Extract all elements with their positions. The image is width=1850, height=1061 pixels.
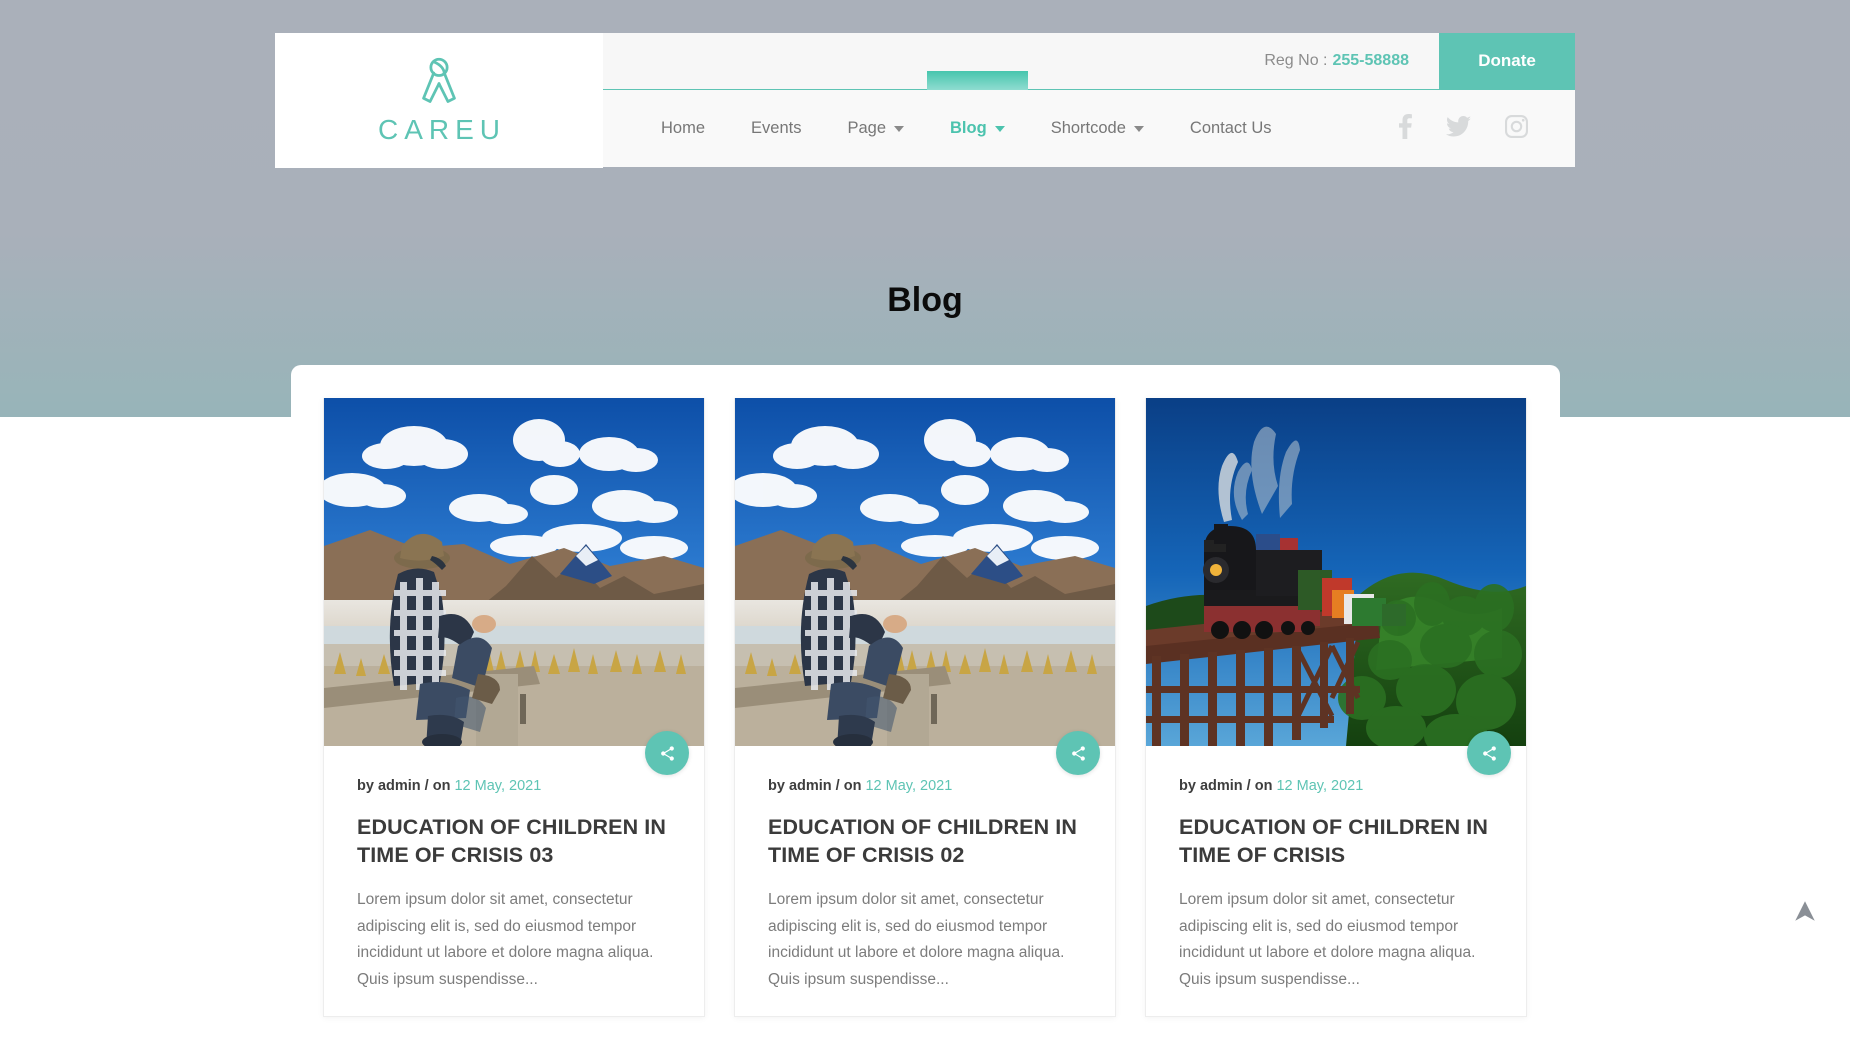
blog-post-card[interactable]: by admin / on 12 May, 2021 EDUCATION OF …: [323, 398, 705, 1017]
page-title: Blog: [887, 281, 963, 319]
instagram-icon[interactable]: [1505, 115, 1528, 138]
post-title[interactable]: EDUCATION OF CHILDREN IN TIME OF CRISIS …: [768, 814, 1082, 870]
scroll-to-top-button[interactable]: [1792, 898, 1818, 924]
share-icon[interactable]: [1467, 731, 1511, 775]
share-icon[interactable]: [645, 731, 689, 775]
post-body: by admin / on 12 May, 2021 EDUCATION OF …: [735, 746, 1115, 994]
post-excerpt: Lorem ipsum dolor sit amet, consectetur …: [357, 890, 654, 988]
ribbon-icon: [413, 56, 465, 108]
social-links: [1399, 114, 1575, 139]
blog-container: by admin / on 12 May, 2021 EDUCATION OF …: [291, 365, 1560, 1061]
nav-item-home[interactable]: Home: [638, 90, 728, 167]
main-navigation: Home Events Page Blog Shortcode Contact …: [603, 71, 1575, 167]
registration-number: Reg No : 255-58888: [1264, 33, 1439, 89]
nav-item-blog[interactable]: Blog: [927, 71, 1028, 167]
twitter-icon[interactable]: [1446, 116, 1471, 137]
post-body: by admin / on 12 May, 2021 EDUCATION OF …: [1146, 746, 1526, 994]
post-author: by admin / on: [768, 778, 862, 794]
post-excerpt: Lorem ipsum dolor sit amet, consectetur …: [768, 890, 1065, 988]
nav-label-shortcode: Shortcode: [1050, 119, 1126, 137]
blog-post-card[interactable]: by admin / on 12 May, 2021 EDUCATION OF …: [734, 398, 1116, 1017]
nav-label-contact-us: Contact Us: [1189, 119, 1272, 137]
facebook-icon[interactable]: [1399, 114, 1412, 139]
post-date: 12 May, 2021: [1276, 778, 1364, 794]
post-author: by admin / on: [1179, 778, 1273, 794]
post-excerpt: Lorem ipsum dolor sit amet, consectetur …: [1179, 890, 1476, 988]
post-meta: by admin / on 12 May, 2021: [768, 778, 1082, 794]
post-title[interactable]: EDUCATION OF CHILDREN IN TIME OF CRISIS …: [357, 814, 671, 870]
chevron-down-icon: [894, 125, 905, 132]
logo[interactable]: CAREU: [275, 33, 603, 168]
nav-item-events[interactable]: Events: [728, 90, 824, 167]
reg-label: Reg No :: [1264, 52, 1328, 69]
header-right: Reg No : 255-58888 Donate Home Events Pa…: [603, 33, 1575, 168]
arrow-up-icon: [1792, 898, 1818, 924]
site-header: CAREU Reg No : 255-58888 Donate Home Eve…: [275, 33, 1575, 168]
blog-grid: by admin / on 12 May, 2021 EDUCATION OF …: [323, 398, 1527, 1017]
nav-label-blog: Blog: [950, 119, 987, 137]
post-thumbnail[interactable]: [1146, 398, 1526, 746]
nav-item-page[interactable]: Page: [824, 90, 927, 167]
nav-label-page: Page: [847, 119, 887, 137]
topbar: Reg No : 255-58888 Donate: [603, 33, 1575, 90]
nav-list: Home Events Page Blog Shortcode Contact …: [638, 71, 1295, 167]
reg-value: 255-58888: [1332, 52, 1409, 69]
nav-label-events: Events: [751, 119, 802, 137]
post-title[interactable]: EDUCATION OF CHILDREN IN TIME OF CRISIS: [1179, 814, 1493, 870]
post-date: 12 May, 2021: [454, 778, 542, 794]
post-thumbnail[interactable]: [324, 398, 704, 746]
chevron-down-icon: [1133, 125, 1144, 132]
post-meta: by admin / on 12 May, 2021: [1179, 778, 1493, 794]
post-author: by admin / on: [357, 778, 451, 794]
post-date: 12 May, 2021: [865, 778, 953, 794]
chevron-down-icon: [994, 125, 1005, 132]
blog-post-card[interactable]: by admin / on 12 May, 2021 EDUCATION OF …: [1145, 398, 1527, 1017]
post-thumbnail[interactable]: [735, 398, 1115, 746]
post-meta: by admin / on 12 May, 2021: [357, 778, 671, 794]
nav-label-home: Home: [661, 119, 706, 137]
nav-item-shortcode[interactable]: Shortcode: [1028, 90, 1167, 167]
brand-name: CAREU: [377, 113, 506, 145]
post-body: by admin / on 12 May, 2021 EDUCATION OF …: [324, 746, 704, 994]
nav-item-contact-us[interactable]: Contact Us: [1167, 90, 1295, 167]
share-icon[interactable]: [1056, 731, 1100, 775]
donate-button[interactable]: Donate: [1439, 33, 1575, 89]
